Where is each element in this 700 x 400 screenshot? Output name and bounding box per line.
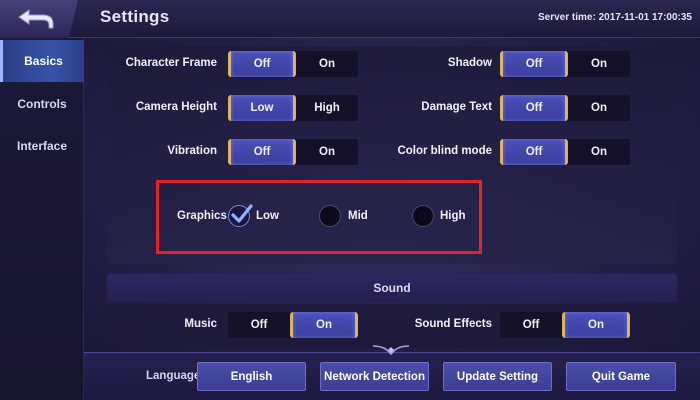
header-bar: Settings Server time: 2017-11-01 17:00:3… bbox=[0, 0, 700, 38]
settings-screen: Settings Server time: 2017-11-01 17:00:3… bbox=[0, 0, 700, 400]
graphics-mid-label: Mid bbox=[348, 210, 368, 222]
damage-text-toggle: Off On bbox=[500, 95, 630, 121]
sidebar-item-basics[interactable]: Basics bbox=[0, 40, 84, 82]
color-blind-mode-label: Color blind mode bbox=[397, 145, 492, 157]
server-time: Server time: 2017-11-01 17:00:35 bbox=[538, 12, 692, 23]
language-label: Language bbox=[146, 370, 201, 382]
shadow-off-option[interactable]: Off bbox=[500, 51, 568, 77]
back-button[interactable] bbox=[0, 0, 78, 38]
sidebar-item-controls[interactable]: Controls bbox=[0, 83, 84, 125]
color-blind-mode-on-option[interactable]: On bbox=[568, 139, 630, 165]
sidebar-item-interface[interactable]: Interface bbox=[0, 125, 84, 167]
vibration-toggle: Off On bbox=[228, 139, 358, 165]
graphics-mid-radio[interactable] bbox=[319, 205, 341, 227]
shadow-toggle: Off On bbox=[500, 51, 630, 77]
camera-height-label: Camera Height bbox=[135, 101, 217, 113]
network-detection-button[interactable]: Network Detection bbox=[320, 362, 429, 391]
character-frame-toggle: Off On bbox=[228, 51, 358, 77]
quit-game-button[interactable]: Quit Game bbox=[566, 362, 676, 391]
music-label: Music bbox=[184, 318, 217, 330]
graphics-high-label: High bbox=[440, 210, 466, 222]
ornament-icon bbox=[373, 345, 409, 356]
sidebar: Basics Controls Interface bbox=[0, 38, 84, 400]
sound-section-title: Sound bbox=[373, 281, 411, 295]
page-title: Settings bbox=[100, 7, 170, 26]
music-toggle: Off On bbox=[228, 312, 358, 338]
graphics-label: Graphics bbox=[177, 210, 227, 222]
checkmark-icon bbox=[231, 204, 253, 223]
music-on-option[interactable]: On bbox=[290, 312, 358, 338]
sound-effects-off-option[interactable]: Off bbox=[500, 312, 562, 338]
graphics-high-radio[interactable] bbox=[412, 205, 434, 227]
sound-effects-label: Sound Effects bbox=[414, 318, 492, 330]
vibration-off-option[interactable]: Off bbox=[228, 139, 296, 165]
music-off-option[interactable]: Off bbox=[228, 312, 290, 338]
sound-effects-on-option[interactable]: On bbox=[562, 312, 630, 338]
graphics-low-radio[interactable] bbox=[228, 204, 253, 227]
character-frame-label: Character Frame bbox=[125, 57, 217, 69]
color-blind-mode-off-option[interactable]: Off bbox=[500, 139, 568, 165]
shadow-label: Shadow bbox=[447, 57, 492, 69]
shadow-on-option[interactable]: On bbox=[568, 51, 630, 77]
character-frame-on-option[interactable]: On bbox=[296, 51, 358, 77]
color-blind-mode-toggle: Off On bbox=[500, 139, 630, 165]
vibration-label: Vibration bbox=[167, 145, 217, 157]
update-setting-button[interactable]: Update Setting bbox=[443, 362, 552, 391]
damage-text-on-option[interactable]: On bbox=[568, 95, 630, 121]
sound-effects-toggle: Off On bbox=[500, 312, 630, 338]
character-frame-off-option[interactable]: Off bbox=[228, 51, 296, 77]
damage-text-label: Damage Text bbox=[421, 101, 492, 113]
camera-height-toggle: Low High bbox=[228, 95, 358, 121]
graphics-low-label: Low bbox=[256, 210, 279, 222]
camera-height-high-option[interactable]: High bbox=[296, 95, 358, 121]
sound-section-header: Sound bbox=[107, 274, 677, 302]
damage-text-off-option[interactable]: Off bbox=[500, 95, 568, 121]
language-select-button[interactable]: English bbox=[197, 362, 306, 391]
camera-height-low-option[interactable]: Low bbox=[228, 95, 296, 121]
vibration-on-option[interactable]: On bbox=[296, 139, 358, 165]
back-arrow-icon bbox=[18, 9, 54, 29]
